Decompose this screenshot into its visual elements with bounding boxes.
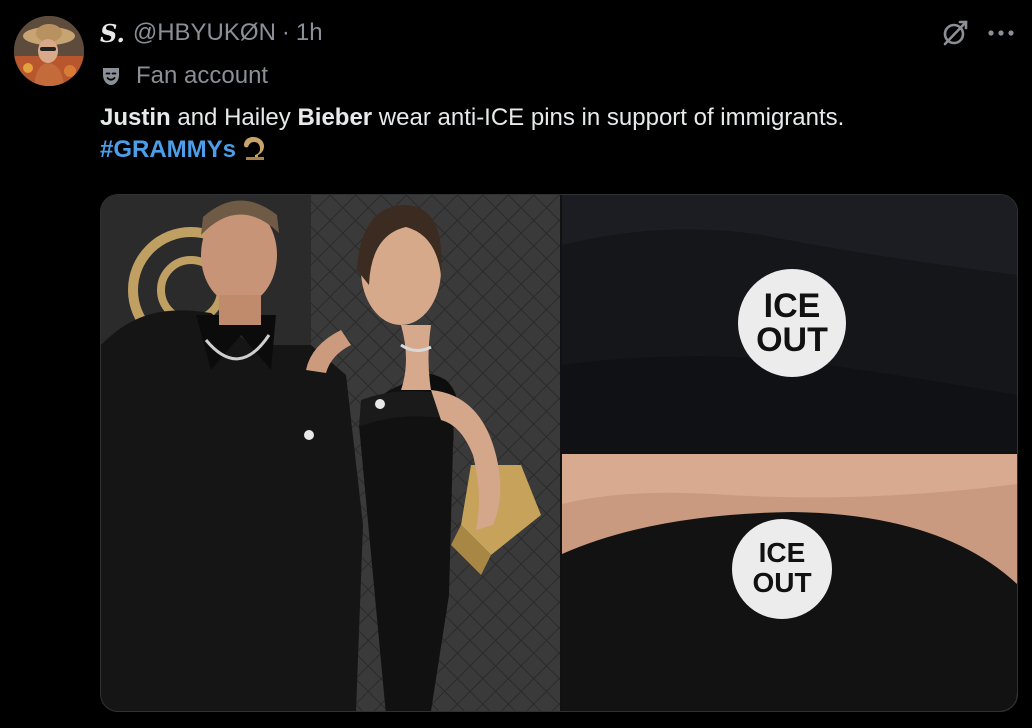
tweet-text: Justin and Hailey Bieber wear anti-ICE p… xyxy=(100,102,1010,170)
trophy-icon xyxy=(238,135,268,170)
separator-dot: · xyxy=(281,19,290,46)
photo-pin-closeup-2[interactable]: ICE OUT xyxy=(562,454,1017,711)
hashtag-link[interactable]: #GRAMMYs xyxy=(100,136,236,163)
pin-text-line2: OUT xyxy=(756,321,828,359)
text-segment: and Hailey xyxy=(170,104,298,131)
theater-masks-icon xyxy=(100,65,122,87)
pin-text-line1: ICE xyxy=(764,287,821,325)
account-label-text: Fan account xyxy=(136,62,269,89)
more-icon[interactable] xyxy=(988,29,1014,37)
tweet-header: S. @HBYUKØN · 1h xyxy=(100,18,323,48)
tweet-text-line: Justin and Hailey Bieber wear anti-ICE p… xyxy=(100,102,1010,134)
timestamp[interactable]: 1h xyxy=(296,19,323,47)
text-segment: wear anti-ICE pins in support of immigra… xyxy=(372,104,845,131)
pin-text-line2: OUT xyxy=(752,567,811,598)
account-label: Fan account xyxy=(100,60,268,92)
tweet-actions-top xyxy=(940,18,1014,48)
emphasis-bieber: Bieber xyxy=(297,104,373,131)
grok-icon[interactable] xyxy=(940,18,970,48)
user-handle[interactable]: @HBYUKØN xyxy=(133,19,276,47)
emphasis-justin: Justin xyxy=(100,104,171,131)
avatar-image xyxy=(14,16,84,86)
photo-couple[interactable] xyxy=(101,195,560,711)
media-grid[interactable]: ICE OUT ICE OUT xyxy=(100,194,1018,712)
avatar[interactable] xyxy=(14,16,84,86)
pin-text-line1: ICE xyxy=(759,537,806,568)
hashtag-line: #GRAMMYs xyxy=(100,134,1010,170)
display-name[interactable]: S. xyxy=(100,19,125,48)
tweet-card[interactable]: S. @HBYUKØN · 1h Fan account Justin and … xyxy=(0,0,1032,728)
photo-pin-closeup-1[interactable]: ICE OUT xyxy=(562,195,1017,452)
